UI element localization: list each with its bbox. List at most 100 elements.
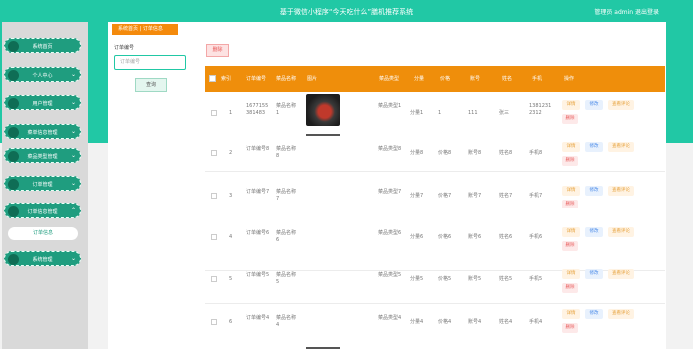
- col-portion: 分量: [413, 76, 424, 82]
- cell-dish: 菜品名称4: [276, 315, 297, 328]
- edit-button[interactable]: 修改: [585, 309, 603, 319]
- cell-portion: 分量4: [410, 319, 424, 325]
- cell-phone: 手机8: [529, 150, 543, 156]
- sidebar-item-personal[interactable]: 个人中心 ⌄: [4, 67, 81, 82]
- delete-button[interactable]: 删除: [562, 241, 578, 251]
- cell-portion: 分量6: [410, 234, 424, 240]
- cell-order-no: 订单编号6: [246, 230, 270, 236]
- view-reviews-button[interactable]: 查看评论: [608, 142, 634, 152]
- cell-name: 姓名7: [499, 193, 513, 199]
- cell-account: 账号6: [468, 234, 482, 240]
- sidebar-subitem-order-info[interactable]: 订单信息: [8, 227, 78, 240]
- cell-name: 姓名6: [499, 234, 513, 240]
- edit-button[interactable]: 修改: [585, 269, 603, 279]
- cell-phone: 手机7: [529, 193, 543, 199]
- delete-button[interactable]: 删除: [562, 114, 578, 124]
- view-reviews-button[interactable]: 查看评论: [608, 309, 634, 319]
- cell-account: 账号8: [468, 150, 482, 156]
- select-all-checkbox[interactable]: [209, 75, 216, 82]
- view-reviews-button[interactable]: 查看评论: [608, 100, 634, 110]
- col-order-no: 订单编号: [245, 76, 266, 82]
- cell-price: 1: [438, 110, 442, 116]
- table-row: 2 订单编号8 菜品名称8 菜品类型8 分量8 价格8 账号8 姓名8 手机8 …: [205, 134, 665, 172]
- sidebar-item-home[interactable]: 系统首页: [4, 38, 81, 53]
- cell-name: 姓名5: [499, 276, 513, 282]
- view-reviews-button[interactable]: 查看评论: [608, 269, 634, 279]
- edit-button[interactable]: 修改: [585, 227, 603, 237]
- cell-order-no: 订单编号8: [246, 146, 270, 152]
- cell-order-no: 订单编号7: [246, 189, 270, 195]
- cell-index: 5: [229, 276, 233, 282]
- cell-type: 菜品类型1: [378, 103, 402, 109]
- cell-order-no: 1677155381483: [246, 103, 269, 116]
- cell-name: 姓名8: [499, 150, 513, 156]
- cell-type: 菜品类型8: [378, 146, 402, 152]
- col-dish: 菜品名称: [275, 76, 296, 82]
- user-info[interactable]: 管理员 admin 退出登录: [594, 7, 659, 16]
- batch-delete-button[interactable]: 删除: [206, 44, 229, 57]
- cell-type: 菜品类型7: [378, 189, 402, 195]
- dish-image: [306, 94, 340, 126]
- col-type: 菜品类型: [378, 76, 399, 82]
- edit-button[interactable]: 修改: [585, 142, 603, 152]
- view-reviews-button[interactable]: 查看评论: [608, 186, 634, 196]
- row-checkbox[interactable]: [211, 150, 217, 156]
- view-reviews-button[interactable]: 查看评论: [608, 227, 634, 237]
- detail-button[interactable]: 详情: [562, 186, 580, 196]
- cell-index: 2: [229, 150, 233, 156]
- sidebar-item-order-info[interactable]: 订单信息管理 ⌃: [4, 203, 81, 218]
- cell-account: 账号5: [468, 276, 482, 282]
- search-input[interactable]: 订单编号: [114, 55, 186, 70]
- cell-phone: 手机5: [529, 276, 543, 282]
- cell-portion: 分量7: [410, 193, 424, 199]
- table-row: 6 订单编号4 菜品名称4 菜品类型4 分量4 价格4 账号4 姓名4 手机4 …: [205, 304, 665, 349]
- image-strip: [306, 134, 340, 136]
- row-checkbox[interactable]: [211, 319, 217, 325]
- cell-account: 账号7: [468, 193, 482, 199]
- row-checkbox[interactable]: [211, 276, 217, 282]
- col-image: 图片: [307, 76, 318, 82]
- sidebar-item-users[interactable]: 用户管理 ⌄: [4, 95, 81, 110]
- delete-button[interactable]: 删除: [562, 323, 578, 333]
- col-actions: 操作: [563, 76, 574, 82]
- row-checkbox[interactable]: [211, 234, 217, 240]
- cell-phone: 手机6: [529, 234, 543, 240]
- cell-account: 账号4: [468, 319, 482, 325]
- cell-phone: 13812312312: [529, 103, 552, 116]
- detail-button[interactable]: 详情: [562, 269, 580, 279]
- row-checkbox[interactable]: [211, 110, 217, 116]
- breadcrumb[interactable]: 系统首页 | 订单信息: [112, 24, 178, 35]
- detail-button[interactable]: 详情: [562, 227, 580, 237]
- cell-price: 价格7: [438, 193, 452, 199]
- cell-price: 价格8: [438, 150, 452, 156]
- cell-portion: 分量1: [410, 110, 424, 116]
- detail-button[interactable]: 详情: [562, 309, 580, 319]
- search-button[interactable]: 查询: [135, 78, 167, 92]
- chevron-down-icon: ⌄: [70, 152, 76, 159]
- delete-button[interactable]: 删除: [562, 283, 578, 293]
- sidebar-item-menu-info[interactable]: 菜单信息管理 ⌄: [4, 124, 81, 139]
- row-checkbox[interactable]: [211, 193, 217, 199]
- edit-button[interactable]: 修改: [585, 186, 603, 196]
- sidebar-item-system[interactable]: 系统管理 ⌄: [4, 251, 81, 266]
- cell-index: 1: [229, 110, 233, 116]
- cell-order-no: 订单编号4: [246, 315, 270, 321]
- cell-dish: 菜品名称6: [276, 230, 297, 243]
- edit-button[interactable]: 修改: [585, 100, 603, 110]
- col-account: 账号: [469, 76, 480, 82]
- cell-name: 张三: [499, 110, 510, 116]
- cell-price: 价格6: [438, 234, 452, 240]
- delete-button[interactable]: 删除: [562, 156, 578, 166]
- cell-order-no: 订单编号5: [246, 272, 270, 278]
- cell-name: 姓名4: [499, 319, 513, 325]
- right-band: [666, 22, 693, 143]
- cell-account: 111: [468, 110, 478, 116]
- detail-button[interactable]: 详情: [562, 142, 580, 152]
- cell-phone: 手机4: [529, 319, 543, 325]
- sidebar-item-dish-types[interactable]: 菜品类型管理 ⌄: [4, 148, 81, 163]
- sidebar-item-orders[interactable]: 订单管理 ⌄: [4, 176, 81, 191]
- table-row: 5 订单编号5 菜品名称5 菜品类型5 分量5 价格5 账号5 姓名5 手机5 …: [205, 269, 665, 304]
- detail-button[interactable]: 详情: [562, 100, 580, 110]
- cell-dish: 菜品名称5: [276, 272, 297, 285]
- cell-price: 价格5: [438, 276, 452, 282]
